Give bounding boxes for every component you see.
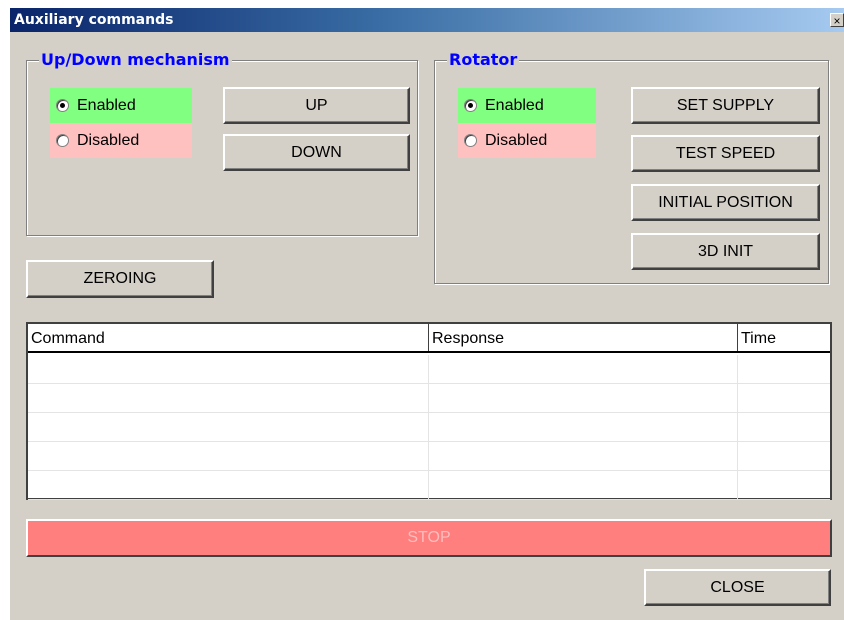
- test-speed-button[interactable]: TEST SPEED: [631, 135, 820, 172]
- radio-unselected-icon: [464, 134, 477, 147]
- rotator-legend: Rotator: [447, 50, 520, 69]
- command-log-table[interactable]: Command Response Time: [26, 322, 832, 500]
- close-window-icon[interactable]: ×: [830, 13, 844, 28]
- table-header: Command Response Time: [28, 324, 830, 353]
- table-cell: [429, 471, 738, 500]
- table-cell: [28, 442, 429, 471]
- auxiliary-commands-window: Auxiliary commands × Up/Down mechanism E…: [10, 8, 844, 620]
- updown-disabled-label: Disabled: [77, 131, 140, 149]
- radio-selected-icon: [56, 99, 69, 112]
- down-button[interactable]: DOWN: [223, 134, 410, 171]
- table-cell: [28, 413, 429, 442]
- zeroing-button[interactable]: ZEROING: [26, 260, 214, 298]
- set-supply-button[interactable]: SET SUPPLY: [631, 87, 820, 124]
- table-cell: [28, 355, 429, 384]
- table-cell: [738, 471, 830, 500]
- window-title: Auxiliary commands: [14, 12, 174, 28]
- radio-unselected-icon: [56, 134, 69, 147]
- up-button[interactable]: UP: [223, 87, 410, 124]
- updown-enabled-label: Enabled: [77, 96, 136, 114]
- table-cell: [429, 384, 738, 413]
- table-cell: [28, 471, 429, 500]
- 3d-init-button[interactable]: 3D INIT: [631, 233, 820, 270]
- table-row[interactable]: [28, 355, 830, 384]
- initial-position-button[interactable]: INITIAL POSITION: [631, 184, 820, 221]
- updown-group: Up/Down mechanism Enabled Disabled UP DO…: [26, 50, 418, 236]
- table-cell: [429, 413, 738, 442]
- radio-selected-icon: [464, 99, 477, 112]
- rotator-enabled-radio[interactable]: Enabled: [458, 88, 596, 123]
- updown-legend: Up/Down mechanism: [39, 50, 232, 69]
- updown-enabled-radio[interactable]: Enabled: [50, 88, 192, 123]
- table-cell: [429, 355, 738, 384]
- rotator-enabled-label: Enabled: [485, 96, 544, 114]
- table-row[interactable]: [28, 471, 830, 500]
- title-bar: Auxiliary commands ×: [10, 8, 844, 32]
- rotator-group: Rotator Enabled Disabled SET SUPPLY TEST…: [434, 50, 829, 284]
- table-cell: [738, 413, 830, 442]
- column-header-command[interactable]: Command: [28, 324, 429, 351]
- table-cell: [738, 442, 830, 471]
- table-cell: [738, 384, 830, 413]
- table-cell: [429, 442, 738, 471]
- table-cell: [28, 384, 429, 413]
- rotator-disabled-radio[interactable]: Disabled: [458, 123, 596, 158]
- stop-button[interactable]: STOP: [26, 519, 832, 557]
- close-button[interactable]: CLOSE: [644, 569, 831, 606]
- rotator-disabled-label: Disabled: [485, 131, 548, 149]
- table-row[interactable]: [28, 413, 830, 442]
- table-cell: [738, 355, 830, 384]
- table-row[interactable]: [28, 384, 830, 413]
- table-row[interactable]: [28, 442, 830, 471]
- column-header-response[interactable]: Response: [429, 324, 738, 351]
- updown-disabled-radio[interactable]: Disabled: [50, 123, 192, 158]
- column-header-time[interactable]: Time: [738, 324, 830, 351]
